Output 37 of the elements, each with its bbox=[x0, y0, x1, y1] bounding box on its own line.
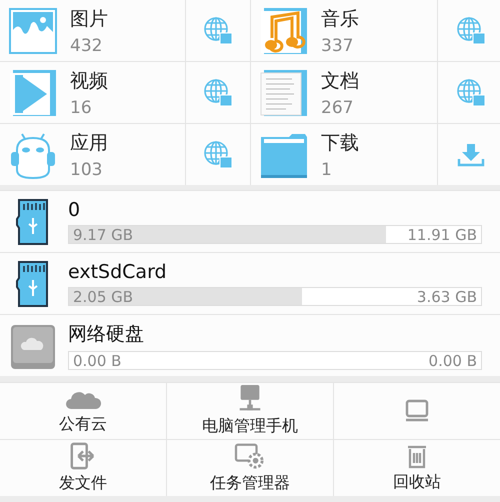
storage-name[interactable]: 0 bbox=[68, 199, 482, 221]
monitor-icon bbox=[405, 399, 429, 423]
globe-icon[interactable] bbox=[456, 16, 486, 46]
storage-name[interactable]: 网络硬盘 bbox=[68, 321, 482, 347]
tool-label[interactable]: 回收站 bbox=[393, 472, 441, 493]
document-file-icon bbox=[260, 68, 308, 116]
globe-icon[interactable] bbox=[203, 16, 233, 46]
download-icon[interactable] bbox=[456, 142, 484, 168]
category-name[interactable]: 音乐 bbox=[321, 6, 359, 32]
used-space: 9.17 GB bbox=[73, 226, 134, 244]
total-space: 0.00 B bbox=[428, 352, 477, 370]
total-space: 11.91 GB bbox=[407, 226, 477, 244]
globe-icon[interactable] bbox=[203, 78, 233, 108]
item-count: 1 bbox=[321, 160, 333, 180]
tool-label[interactable]: 任务管理器 bbox=[210, 473, 290, 494]
category-name[interactable]: 下载 bbox=[321, 130, 359, 156]
category-name[interactable]: 文档 bbox=[321, 68, 359, 94]
sd-card-icon bbox=[16, 260, 50, 308]
storage-name[interactable]: extSdCard bbox=[68, 261, 482, 283]
sd-card-icon bbox=[16, 198, 50, 246]
tool-label[interactable]: 发文件 bbox=[59, 473, 107, 494]
tool-label[interactable]: 公有云 bbox=[59, 414, 107, 435]
item-count: 267 bbox=[321, 98, 354, 118]
category-name[interactable]: 视频 bbox=[70, 68, 108, 94]
trash-bin-icon bbox=[405, 443, 429, 469]
category-name[interactable]: 图片 bbox=[70, 6, 108, 32]
total-space: 3.63 GB bbox=[416, 288, 477, 306]
used-space: 2.05 GB bbox=[73, 288, 134, 306]
category-name[interactable]: 应用 bbox=[70, 130, 108, 156]
item-count: 103 bbox=[70, 160, 104, 180]
picture-file-icon bbox=[9, 8, 57, 54]
item-count: 432 bbox=[70, 36, 104, 56]
item-count: 337 bbox=[321, 36, 354, 56]
used-space: 0.00 B bbox=[73, 352, 122, 370]
item-count: 16 bbox=[70, 98, 93, 118]
globe-icon[interactable] bbox=[456, 78, 486, 108]
globe-icon[interactable] bbox=[203, 140, 233, 170]
